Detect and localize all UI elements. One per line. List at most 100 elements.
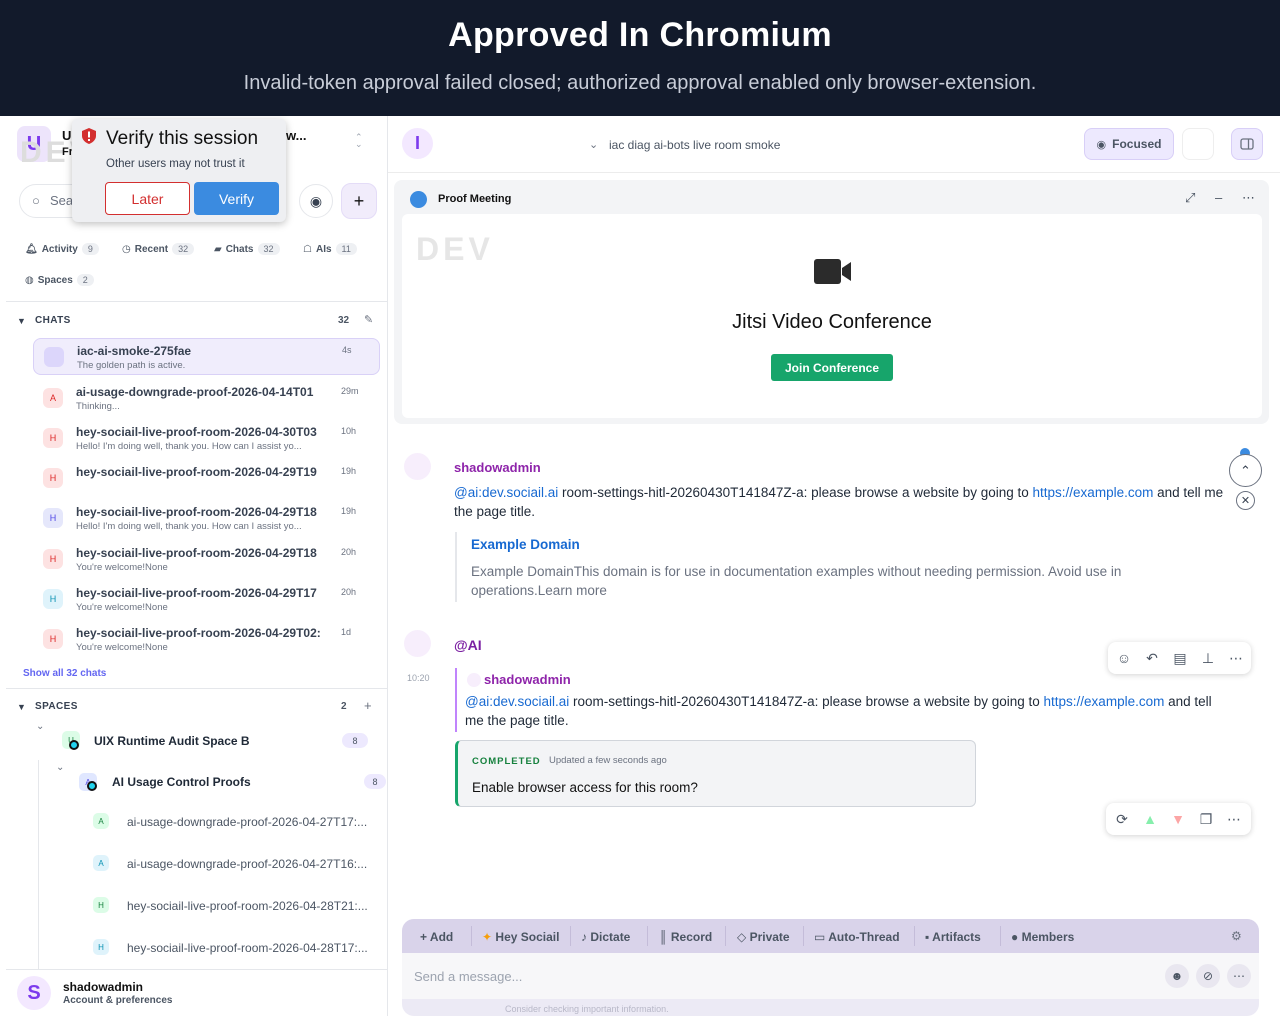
- emoji-icon[interactable]: ☻: [1165, 964, 1189, 988]
- user-preferences-link[interactable]: Account & preferences: [63, 995, 172, 1006]
- popup-subtitle: Other users may not trust it: [106, 158, 245, 170]
- chat-item[interactable]: H hey-sociail-live-proof-room-2026-04-29…: [33, 500, 380, 537]
- toggle-panel-button[interactable]: [1231, 128, 1263, 160]
- space-name[interactable]: UIX Runtime Audit Space B: [94, 734, 250, 748]
- message-sender[interactable]: @AI: [454, 637, 482, 653]
- filter-spaces[interactable]: ◍ Spaces 2: [25, 274, 94, 286]
- filter-ais[interactable]: ☖ AIs 11: [303, 243, 357, 255]
- more-options-icon[interactable]: ⋯: [1242, 190, 1255, 206]
- user-name[interactable]: shadowadmin: [63, 980, 143, 994]
- filter-recent[interactable]: ◷ Recent 32: [122, 243, 195, 255]
- more-options-icon[interactable]: ⋯: [1220, 805, 1248, 833]
- message-sender[interactable]: shadowadmin: [454, 460, 541, 475]
- chats-collapse-icon[interactable]: ▼: [17, 316, 26, 326]
- url-link[interactable]: https://example.com: [1044, 694, 1165, 709]
- chevron-down-icon[interactable]: ⌄: [56, 762, 64, 773]
- room-avatar[interactable]: I: [402, 128, 433, 159]
- auto-thread-button[interactable]: ▭ Auto-Thread: [814, 930, 900, 944]
- divider: [6, 688, 387, 689]
- header-action-button[interactable]: [1182, 128, 1214, 160]
- space-room-item[interactable]: ai-usage-downgrade-proof-2026-04-27T16:.…: [127, 857, 377, 871]
- room-title[interactable]: iac diag ai-bots live room smoke: [609, 138, 780, 152]
- space-room-item[interactable]: hey-sociail-live-proof-room-2026-04-28T2…: [127, 899, 377, 913]
- copy-icon[interactable]: ❐: [1192, 805, 1220, 833]
- chat-item[interactable]: H hey-sociail-live-proof-room-2026-04-29…: [33, 621, 380, 658]
- message-input[interactable]: [402, 953, 1259, 999]
- spaces-collapse-icon[interactable]: ▼: [17, 702, 26, 712]
- join-conference-button[interactable]: Join Conference: [771, 354, 893, 381]
- hey-sociail-button[interactable]: ✦ Hey Sociail: [482, 930, 559, 944]
- chat-item[interactable]: A ai-usage-downgrade-proof-2026-04-14T01…: [33, 380, 380, 417]
- tool-label: Artifacts: [932, 930, 981, 944]
- workspace-name[interactable]: U: [62, 128, 71, 143]
- chat-item[interactable]: H hey-sociail-live-proof-room-2026-04-29…: [33, 460, 380, 497]
- url-link[interactable]: https://example.com: [1033, 485, 1154, 500]
- chat-preview: The golden path is active.: [77, 360, 186, 371]
- avatar[interactable]: [404, 630, 431, 657]
- chevron-down-icon[interactable]: ⌄: [36, 721, 44, 732]
- chat-time: 20h: [341, 587, 357, 597]
- close-icon[interactable]: ✕: [1236, 491, 1255, 510]
- expand-icon[interactable]: ⤢: [1185, 190, 1195, 206]
- tool-label: Auto-Thread: [828, 930, 900, 944]
- user-avatar[interactable]: S: [17, 976, 51, 1010]
- filter-label: Recent: [134, 243, 169, 255]
- regenerate-icon[interactable]: ⟳: [1108, 805, 1136, 833]
- scroll-up-button[interactable]: ⌃: [1229, 454, 1262, 487]
- explore-button[interactable]: ◉: [299, 184, 333, 218]
- chat-name: iac-ai-smoke-275fae: [77, 344, 192, 358]
- filter-label: Activity: [41, 243, 78, 255]
- show-all-chats-link[interactable]: Show all 32 chats: [23, 668, 106, 679]
- tool-label: Private: [749, 930, 790, 944]
- chat-item[interactable]: iac-ai-smoke-275fae The golden path is a…: [33, 338, 380, 375]
- workspace-switch-icon[interactable]: ⌃ ⌄: [355, 133, 363, 149]
- chevron-down-icon[interactable]: ⌄: [589, 138, 598, 151]
- eye-icon: ◉: [1096, 138, 1107, 151]
- dictate-button[interactable]: ♪ Dictate: [581, 930, 630, 944]
- verify-button[interactable]: Verify: [194, 182, 279, 215]
- chat-time: 10h: [341, 426, 357, 436]
- mention-link[interactable]: @ai:dev.sociail.ai: [454, 485, 558, 500]
- compose-icon[interactable]: ✎: [364, 313, 373, 326]
- shield-alert-icon: [82, 128, 96, 144]
- new-chat-button[interactable]: +: [341, 183, 377, 219]
- chat-avatar: H: [43, 508, 63, 528]
- private-button[interactable]: ◇ Private: [737, 930, 790, 944]
- space-room-item[interactable]: hey-sociail-live-proof-room-2026-04-28T1…: [127, 941, 377, 955]
- more-options-icon[interactable]: ⋯: [1227, 964, 1251, 988]
- spaces-count: 2: [341, 701, 347, 712]
- avatar[interactable]: [404, 453, 431, 480]
- thread-icon: ▭: [814, 930, 826, 944]
- divider: [914, 926, 915, 946]
- chat-item[interactable]: H hey-sociail-live-proof-room-2026-04-29…: [33, 541, 380, 578]
- later-button[interactable]: Later: [105, 182, 190, 215]
- chat-name: hey-sociail-live-proof-room-2026-04-29T0…: [76, 626, 321, 640]
- chat-avatar: H: [43, 468, 63, 488]
- chat-time: 4s: [342, 345, 352, 355]
- focused-button[interactable]: ◉ Focused: [1084, 128, 1174, 160]
- meeting-title: Proof Meeting: [438, 193, 512, 205]
- message-placeholder: Send a message...: [414, 969, 523, 984]
- chat-item[interactable]: H hey-sociail-live-proof-room-2026-04-30…: [33, 420, 380, 457]
- space-room-item[interactable]: ai-usage-downgrade-proof-2026-04-27T17:.…: [127, 815, 377, 829]
- space-name[interactable]: AI Usage Control Proofs: [112, 775, 251, 789]
- record-button[interactable]: ║ Record: [659, 930, 712, 944]
- globe-icon: ◍: [25, 274, 34, 286]
- filter-activity[interactable]: 🔔︎ Activity 9: [25, 243, 99, 255]
- chat-item[interactable]: H hey-sociail-live-proof-room-2026-04-29…: [33, 581, 380, 618]
- thumbs-down-icon[interactable]: ▼: [1164, 805, 1192, 833]
- preview-title[interactable]: Example Domain: [471, 537, 580, 552]
- mention-link[interactable]: @ai:dev.sociail.ai: [465, 694, 569, 709]
- add-button[interactable]: + Add: [420, 930, 453, 944]
- attachment-icon[interactable]: ⊘: [1196, 964, 1220, 988]
- quote-sender[interactable]: shadowadmin: [484, 672, 571, 687]
- filter-chats[interactable]: ▰ Chats 32: [214, 243, 280, 255]
- banner-title: Approved In Chromium: [448, 16, 832, 54]
- quote-text: room-settings-hitl-20260430T141847Z-a: p…: [569, 694, 1044, 709]
- thumbs-up-icon[interactable]: ▲: [1136, 805, 1164, 833]
- settings-gear-icon[interactable]: ⚙: [1231, 929, 1242, 943]
- artifacts-button[interactable]: ▪ Artifacts: [925, 930, 981, 944]
- minimize-icon[interactable]: –: [1215, 190, 1222, 205]
- members-button[interactable]: ● Members: [1011, 930, 1074, 944]
- add-space-icon[interactable]: +: [364, 698, 372, 713]
